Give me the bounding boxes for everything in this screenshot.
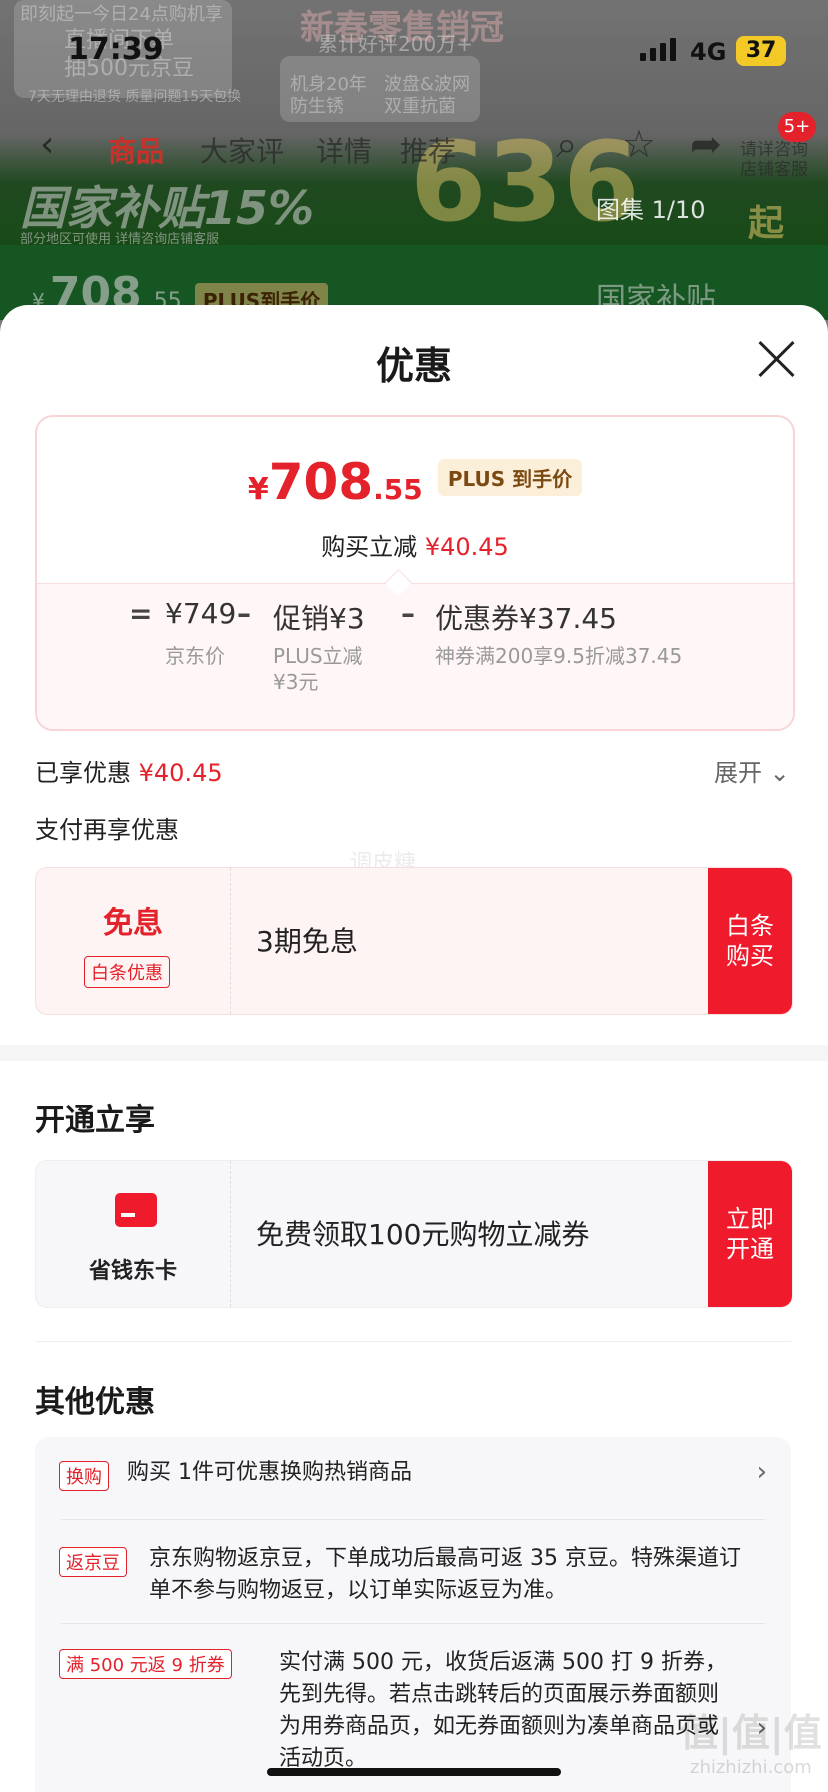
home-indicator[interactable] [267, 1768, 561, 1776]
other-offers-list: 换购 购买 1件可优惠换购热销商品 › 返京豆 京东购物返京豆，下单成功后最高可… [35, 1437, 791, 1792]
battery-icon: 37 [736, 36, 786, 66]
star-icon[interactable]: ☆ [622, 122, 656, 166]
pay-section-title: 支付再享优惠 [35, 816, 179, 844]
message-badge: 5+ [778, 112, 816, 142]
offer-tag: 满 500 元返 9 折券 [59, 1649, 232, 1679]
other-section-title: 其他优惠 [35, 1385, 155, 1420]
expand-toggle[interactable]: 展开 ⌄ [714, 753, 790, 788]
site-watermark-logo: 值|值|值 [680, 1711, 822, 1755]
close-icon[interactable] [756, 339, 796, 379]
offer-text: 京东购物返京豆，下单成功后最高可返 35 京豆。特殊渠道订单不参与购物返豆，以订… [149, 1546, 741, 1603]
chevron-right-icon: › [756, 1457, 767, 1487]
offer-text: 购买 1件可优惠换购热销商品 [127, 1460, 412, 1485]
chevron-down-icon: ⌄ [769, 759, 790, 787]
share-icon[interactable]: ➦ [690, 122, 722, 166]
search-icon[interactable]: ⌕ [556, 122, 577, 167]
site-watermark-url: zhizhizhi.com [690, 1757, 812, 1778]
sheet-title: 优惠 [375, 344, 452, 388]
coupon-discount-label: 神券满200享9.5折减37.45 [435, 644, 683, 668]
savings-card-label: 省钱东卡 [88, 1259, 177, 1284]
minus-sign: – [401, 597, 415, 630]
service-label[interactable]: 请详咨询店铺客服 [740, 140, 820, 180]
card-icon [115, 1193, 157, 1227]
minus-sign: – [237, 597, 251, 630]
final-price: ¥708.55 PLUS 到手价 [37, 453, 793, 511]
open-now-button[interactable]: 立即 开通 [708, 1161, 792, 1307]
interest-free-title: 免息 [103, 906, 163, 941]
installment-desc: 3期免息 [256, 925, 358, 958]
savings-card-desc: 免费领取100元购物立减券 [256, 1218, 590, 1251]
status-bar: 17:39 4G 37 [0, 0, 828, 100]
back-arrow-icon[interactable]: ‹ [40, 124, 54, 165]
tab-recommend[interactable]: 推荐 [400, 130, 456, 170]
clock: 17:39 [68, 32, 164, 67]
price-integer: 708 [268, 453, 374, 511]
coupon-discount: 优惠券¥37.45 [435, 602, 617, 635]
equals-sign: = [129, 597, 153, 630]
product-nav: ‹ 商品 大家评 详情 推荐 ⌕ ☆ ➦ 请详咨询店铺客服 [0, 118, 828, 180]
price-decimal: .55 [373, 473, 423, 506]
promo-discount: 促销¥3 [273, 602, 365, 635]
offer-text: 实付满 500 元，收货后返满 500 打 9 折券，先到先得。若点击跳转后的页… [279, 1650, 727, 1771]
jd-price-label: 京东价 [165, 644, 225, 668]
price-card: ¥708.55 PLUS 到手价 购买立减 ¥40.45 = ¥749 京东价 … [35, 415, 795, 731]
tab-product[interactable]: 商品 [108, 130, 164, 170]
section-divider [0, 1045, 828, 1061]
network-label: 4G [690, 38, 727, 66]
baitiao-offer[interactable]: 免息 白条优惠 3期免息 白条 购买 [35, 867, 793, 1015]
gallery-counter[interactable]: 图集 1/10 [596, 190, 706, 225]
offer-tag: 返京豆 [59, 1547, 127, 1577]
open-section-title: 开通立享 [35, 1103, 155, 1138]
jd-price: ¥749 [165, 597, 237, 630]
tab-details[interactable]: 详情 [316, 130, 372, 170]
signal-icon [640, 38, 680, 61]
baitiao-tag: 白条优惠 [84, 956, 170, 988]
enjoyed-discount: 已享优惠 ¥40.45 [35, 759, 223, 787]
background-product-page: 即刻起一今日24点购机享 直播间下单 抽500元京豆 新春零售销冠 累计好评20… [0, 0, 828, 320]
offer-tag: 换购 [59, 1461, 109, 1491]
savings-card-offer[interactable]: 省钱东卡 免费领取100元购物立减券 立即 开通 [35, 1160, 793, 1308]
plus-price-tag: PLUS 到手价 [437, 459, 583, 496]
baitiao-buy-button[interactable]: 白条 购买 [708, 868, 792, 1014]
discount-sheet: 优惠 ¥708.55 PLUS 到手价 购买立减 ¥40.45 = ¥749 京… [0, 305, 828, 1792]
promo-discount-label: PLUS立减 ¥3元 [273, 644, 363, 694]
instant-discount: 购买立减 ¥40.45 [321, 533, 509, 561]
tab-reviews[interactable]: 大家评 [200, 130, 284, 170]
